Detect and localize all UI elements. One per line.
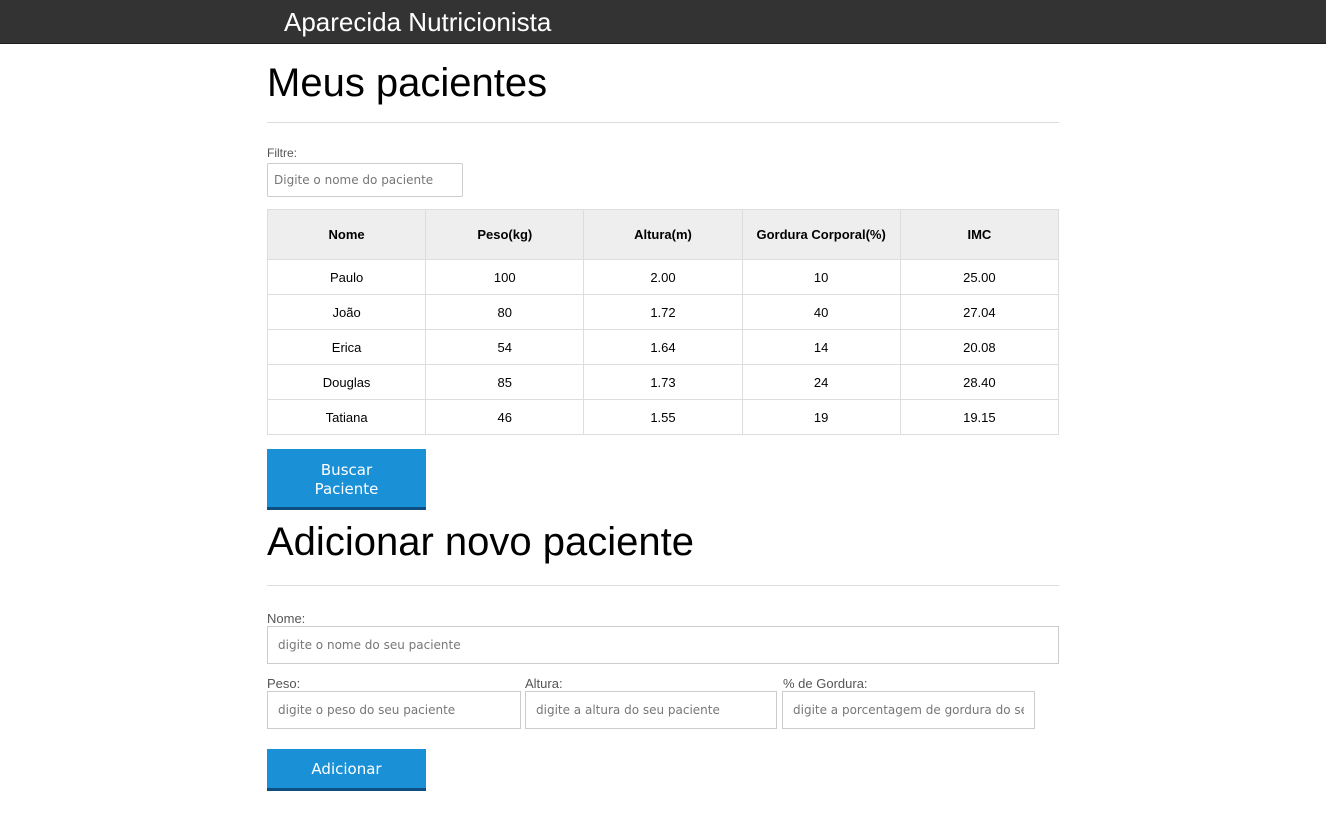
- search-patient-button[interactable]: Buscar Paciente: [267, 449, 426, 510]
- top-bar: Aparecida Nutricionista: [0, 0, 1326, 44]
- fat-label: % de Gordura:: [783, 676, 868, 691]
- cell-gordura: 40: [741, 294, 901, 330]
- cell-peso: 85: [425, 364, 585, 400]
- add-patient-button[interactable]: Adicionar: [267, 749, 426, 791]
- cell-peso: 54: [425, 329, 585, 365]
- table-row[interactable]: Erica 54 1.64 14 20.08: [266, 329, 1060, 365]
- table-header-row: Nome Peso(kg) Altura(m) Gordura Corporal…: [266, 209, 1060, 260]
- cell-imc: 20.08: [899, 329, 1060, 365]
- cell-gordura: 14: [741, 329, 901, 365]
- height-label: Altura:: [525, 676, 563, 691]
- cell-altura: 1.72: [583, 294, 743, 330]
- column-header-nome: Nome: [266, 209, 427, 260]
- name-label: Nome:: [267, 611, 306, 626]
- divider: [267, 585, 1059, 586]
- cell-peso: 80: [425, 294, 585, 330]
- column-header-gordura: Gordura Corporal(%): [741, 209, 901, 260]
- table-row[interactable]: Tatiana 46 1.55 19 19.15: [266, 399, 1060, 435]
- name-input[interactable]: [267, 626, 1059, 664]
- cell-altura: 2.00: [583, 259, 743, 295]
- column-header-altura: Altura(m): [583, 209, 743, 260]
- cell-nome: Tatiana: [266, 399, 427, 435]
- cell-gordura: 24: [741, 364, 901, 400]
- table-row[interactable]: João 80 1.72 40 27.04: [266, 294, 1060, 330]
- table-row[interactable]: Paulo 100 2.00 10 25.00: [266, 259, 1060, 295]
- table-row[interactable]: Douglas 85 1.73 24 28.40: [266, 364, 1060, 400]
- height-input[interactable]: [525, 691, 777, 729]
- cell-imc: 28.40: [899, 364, 1060, 400]
- cell-nome: Erica: [266, 329, 427, 365]
- column-header-peso: Peso(kg): [425, 209, 585, 260]
- cell-imc: 25.00: [899, 259, 1060, 295]
- filter-input[interactable]: [267, 163, 463, 197]
- patients-table: Nome Peso(kg) Altura(m) Gordura Corporal…: [266, 209, 1060, 435]
- cell-imc: 19.15: [899, 399, 1060, 435]
- cell-nome: Douglas: [266, 364, 427, 400]
- cell-nome: Paulo: [266, 259, 427, 295]
- cell-gordura: 19: [741, 399, 901, 435]
- patients-title: Meus pacientes: [267, 61, 548, 105]
- cell-peso: 100: [425, 259, 585, 295]
- cell-nome: João: [266, 294, 427, 330]
- cell-gordura: 10: [741, 259, 901, 295]
- add-patient-title: Adicionar novo paciente: [267, 520, 694, 564]
- cell-imc: 27.04: [899, 294, 1060, 330]
- fat-input[interactable]: [782, 691, 1035, 729]
- cell-peso: 46: [425, 399, 585, 435]
- column-header-imc: IMC: [899, 209, 1060, 260]
- cell-altura: 1.64: [583, 329, 743, 365]
- weight-input[interactable]: [267, 691, 521, 729]
- filter-label: Filtre:: [267, 146, 297, 160]
- cell-altura: 1.55: [583, 399, 743, 435]
- brand-title: Aparecida Nutricionista: [284, 7, 552, 37]
- weight-label: Peso:: [267, 676, 301, 691]
- divider: [267, 122, 1059, 123]
- cell-altura: 1.73: [583, 364, 743, 400]
